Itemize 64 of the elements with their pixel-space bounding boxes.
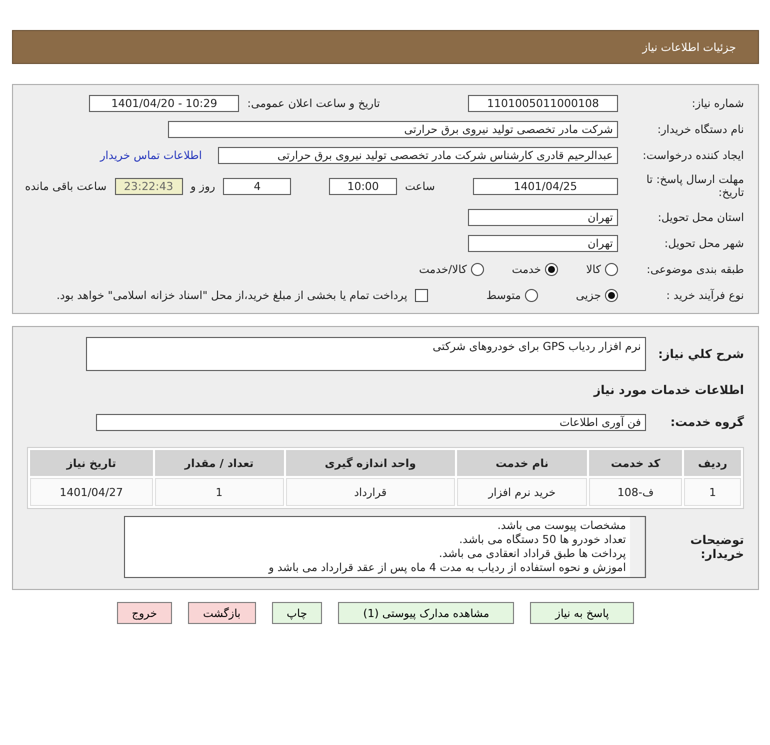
- radio-button[interactable]: [524, 288, 538, 302]
- option-label: جزیی: [576, 288, 601, 302]
- note-line: پرداخت ها طبق قراداد انعقادی می باشد.: [438, 547, 626, 561]
- column-header: کد خدمت: [588, 450, 682, 476]
- radio-button[interactable]: [470, 262, 484, 276]
- table-cell: قرارداد: [286, 478, 456, 506]
- date-field: 1401/04/25: [472, 178, 618, 194]
- field-label: نام دستگاه خریدار:: [656, 122, 744, 136]
- table-cell: 1: [154, 478, 284, 506]
- section-heading: اطلاعات خدمات مورد نیاز: [594, 383, 744, 397]
- table-cell: 1: [684, 478, 741, 506]
- countdown-field: 23:22:43: [114, 178, 182, 194]
- note-line: اموزش و نحوه استفاده از ردیاب به مدت 4 ماه پس از عقد قرارداد می باشد و: [267, 561, 626, 575]
- field-label: شرح کلي نیاز:: [657, 347, 744, 361]
- table-cell: 1401/04/27: [30, 478, 153, 506]
- column-header: تعداد / مقدار: [154, 450, 284, 476]
- checkbox-label: پرداخت تمام یا بخشی از مبلغ خرید،از محل "اسناد خزانه اسلامی" خواهد بود.: [56, 288, 408, 302]
- field-label: استان محل تحویل:: [656, 210, 744, 224]
- checkbox[interactable]: [415, 288, 428, 302]
- field-label: گروه خدمت:: [669, 415, 744, 429]
- note-line: مشخصات پیوست می باشد.: [496, 519, 626, 533]
- field-label: شماره نیاز:: [690, 96, 744, 110]
- creator-field: عبدالرحیم قادری کارشناس شرکت مادر تخصصی تولید نیروی برق حرارتی: [218, 146, 618, 164]
- buyer-field: شرکت مادر تخصصی تولید نیروی برق حرارتی: [168, 120, 618, 138]
- action-button[interactable]: خروج: [116, 602, 172, 624]
- service-group-field: فن آوری اطلاعات: [96, 414, 646, 430]
- option-label: خدمت: [512, 262, 542, 276]
- field-label: نوع فرآیند خرید :: [665, 288, 744, 302]
- date-field: 1401/04/20 - 10:29: [89, 94, 240, 112]
- column-header: واحد اندازه گیری: [286, 450, 456, 476]
- summary-box: نرم افزار ردیاب GPS برای خودروهای شرکتی: [86, 337, 646, 371]
- radio-button[interactable]: [605, 262, 618, 276]
- field-label: مهلت ارسال پاسخ: تا تاریخ:: [645, 173, 744, 199]
- page-header: جزئیات اطلاعات نیاز: [12, 30, 759, 64]
- action-button[interactable]: پاسخ به نیاز: [530, 602, 634, 624]
- field-label: شهر محل تحویل:: [663, 236, 744, 250]
- field-label: ساعت: [405, 180, 435, 192]
- action-button[interactable]: مشاهده مدارک پیوستی (1): [338, 602, 514, 624]
- field-label: توضیحات خریدار:: [689, 533, 744, 561]
- column-header: تاریخ نیاز: [30, 450, 153, 476]
- scrollbar[interactable]: [630, 517, 645, 577]
- note-line: تعداد خودرو ها 50 دستگاه می باشد.: [458, 533, 626, 547]
- column-header: ردیف: [684, 450, 741, 476]
- column-header: نام خدمت: [457, 450, 587, 476]
- option-label: کالا: [586, 262, 601, 276]
- field-label: روز و: [190, 180, 216, 192]
- need-number-field: 1101005011000108: [468, 94, 618, 112]
- radio-button[interactable]: [605, 288, 618, 302]
- contact-link[interactable]: اطلاعات تماس خریدار: [100, 148, 202, 162]
- days-field: 4: [223, 178, 292, 194]
- field-label: تاریخ و ساعت اعلان عمومی:: [247, 96, 380, 110]
- field-label: طبقه بندی موضوعی:: [646, 262, 744, 276]
- city-field: تهران: [468, 234, 618, 252]
- field-label: ساعت باقی مانده: [25, 180, 107, 192]
- action-button[interactable]: چاپ: [272, 602, 322, 624]
- table-cell: خرید نرم افزار: [457, 478, 587, 506]
- table-cell: ف-108: [588, 478, 682, 506]
- province-field: تهران: [468, 208, 618, 226]
- action-button[interactable]: بازگشت: [188, 602, 256, 624]
- field-label: ایجاد کننده درخواست:: [642, 148, 744, 162]
- option-label: متوسط: [486, 288, 521, 302]
- option-label: کالا/خدمت: [419, 262, 467, 276]
- time-field: 10:00: [329, 178, 397, 194]
- radio-button[interactable]: [545, 262, 558, 276]
